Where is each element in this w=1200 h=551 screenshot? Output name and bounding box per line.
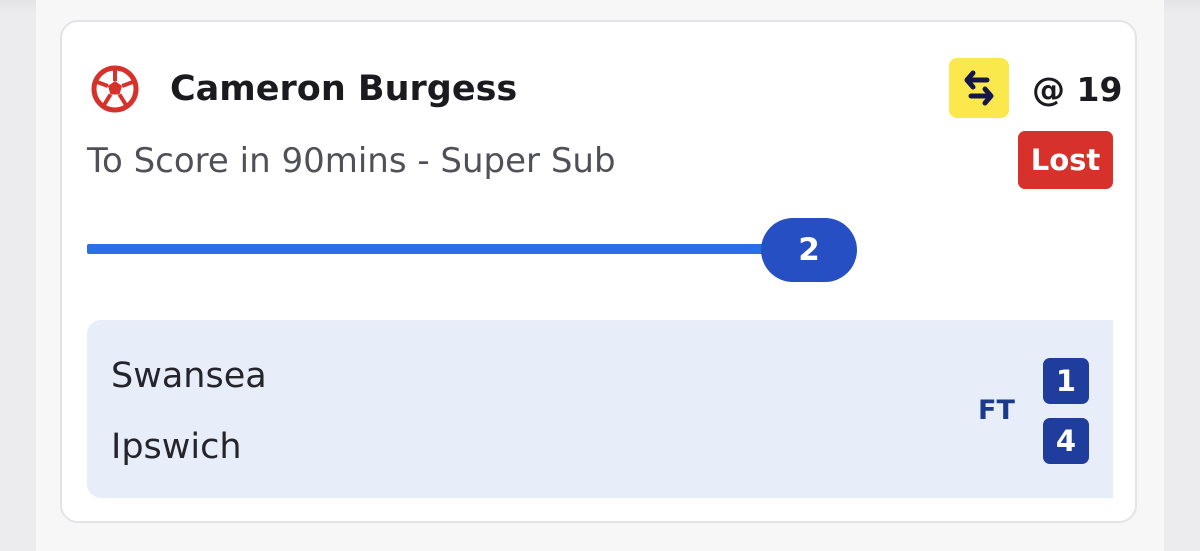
- home-team-name: Swansea: [111, 356, 267, 396]
- football-icon: [91, 65, 139, 113]
- home-score: 1: [1043, 358, 1089, 404]
- player-name: Cameron Burgess: [170, 69, 518, 109]
- match-scoreboard[interactable]: [87, 320, 1113, 498]
- match-status: FT: [978, 395, 1015, 426]
- progress-count: 2: [761, 218, 857, 282]
- super-sub-swap-icon: [949, 58, 1009, 118]
- status-badge: Lost: [1018, 131, 1113, 189]
- away-team-name: Ipswich: [111, 427, 242, 467]
- away-score: 4: [1043, 418, 1089, 464]
- odds-value: @ 19: [1032, 70, 1123, 109]
- market-name: To Score in 90mins - Super Sub: [87, 141, 616, 181]
- progress-bar: [87, 244, 787, 254]
- page: Cameron Burgess @ 19 To Score in 90mins …: [0, 0, 1200, 551]
